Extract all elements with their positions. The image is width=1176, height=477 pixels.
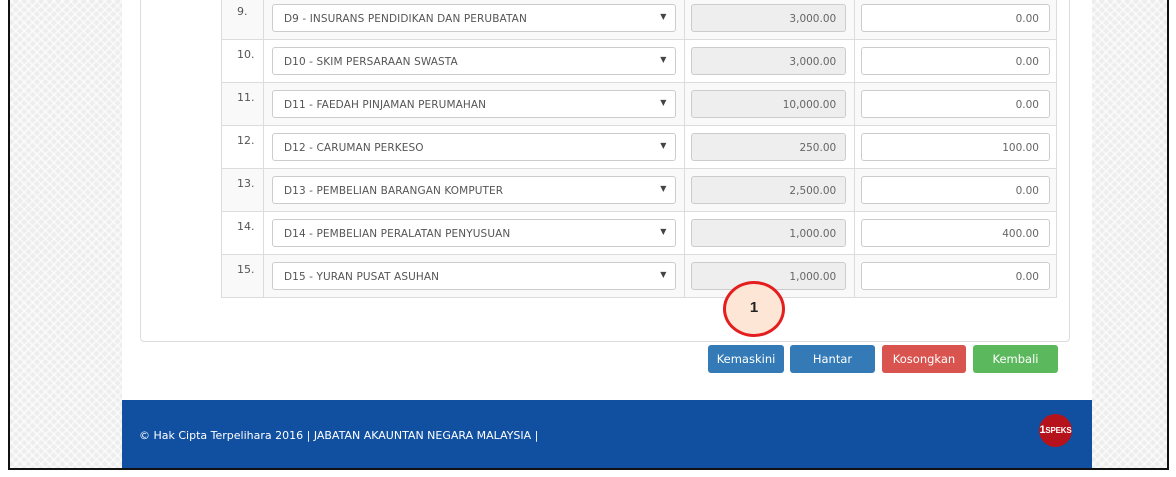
claim-cell: 0.00 (854, 82, 1057, 126)
deduction-type-value: D13 - PEMBELIAN BARANGAN KOMPUTER (283, 185, 504, 197)
deduction-type-value: D15 - YURAN PUSAT ASUHAN (283, 271, 440, 283)
caret-down-icon: ▼ (660, 227, 667, 236)
deduction-type-select[interactable]: D15 - YURAN PUSAT ASUHAN ▼ (271, 262, 677, 290)
deduction-type-select[interactable]: D9 - INSURANS PENDIDIKAN DAN PERUBATAN ▼ (271, 4, 677, 32)
clear-button[interactable]: Kosongkan (882, 345, 966, 373)
claim-cell: 0.00 (854, 39, 1057, 83)
row-number-cell: 10. (221, 39, 264, 83)
deductions-panel: 9. D9 - INSURANS PENDIDIKAN DAN PERUBATAN… (140, 0, 1070, 342)
limit-cell: 3,000.00 (684, 39, 856, 83)
deduction-type-value: D12 - CARUMAN PERKESO (283, 142, 424, 154)
claim-cell: 0.00 (854, 0, 1057, 40)
claim-cell: 0.00 (854, 168, 1057, 212)
row-number: 9. (237, 5, 248, 18)
limit-cell: 3,000.00 (684, 0, 856, 40)
row-number-cell: 13. (221, 168, 264, 212)
back-button[interactable]: Kembali (973, 345, 1058, 373)
caret-down-icon: ▼ (660, 141, 667, 150)
deduction-type-select[interactable]: D11 - FAEDAH PINJAMAN PERUMAHAN ▼ (271, 90, 677, 118)
row-number: 11. (237, 91, 255, 104)
claim-amount-input[interactable]: 0.00 (861, 262, 1050, 290)
submit-button[interactable]: Hantar (790, 345, 875, 373)
claim-amount-input[interactable]: 0.00 (861, 4, 1050, 32)
deduction-type-cell: D11 - FAEDAH PINJAMAN PERUMAHAN ▼ (262, 82, 686, 126)
caret-down-icon: ▼ (660, 55, 667, 64)
limit-amount-field: 10,000.00 (691, 90, 847, 118)
footer: © Hak Cipta Terpelihara 2016 | JABATAN A… (122, 400, 1092, 468)
table-row: 13. D13 - PEMBELIAN BARANGAN KOMPUTER ▼ 2,5… (221, 168, 1057, 212)
claim-amount-input[interactable]: 0.00 (861, 176, 1050, 204)
deduction-type-value: D9 - INSURANS PENDIDIKAN DAN PERUBATAN (283, 13, 527, 25)
limit-amount-field: 3,000.00 (691, 4, 847, 32)
caret-down-icon: ▼ (660, 12, 667, 21)
deduction-type-select[interactable]: D14 - PEMBELIAN PERALATAN PENYUSUAN ▼ (271, 219, 677, 247)
claim-cell: 0.00 (854, 254, 1057, 298)
table-row: 10. D10 - SKIM PERSARAAN SWASTA ▼ 3,000.00 0… (221, 39, 1057, 83)
deduction-type-cell: D13 - PEMBELIAN BARANGAN KOMPUTER ▼ (262, 168, 686, 212)
table-row: 9. D9 - INSURANS PENDIDIKAN DAN PERUBATAN… (221, 0, 1057, 40)
table-row: 14. D14 - PEMBELIAN PERALATAN PENYUSUAN ▼ 1… (221, 211, 1057, 255)
claim-amount-input[interactable]: 0.00 (861, 90, 1050, 118)
table-row: 12. D12 - CARUMAN PERKESO ▼ 250.00 100.00 (221, 125, 1057, 169)
row-number-cell: 9. (221, 0, 264, 40)
limit-cell: 10,000.00 (684, 82, 856, 126)
speks-logo: 1SPEKS (1039, 414, 1072, 447)
step-marker: 1 (723, 281, 785, 337)
limit-amount-field: 2,500.00 (691, 176, 847, 204)
limit-amount-field: 3,000.00 (691, 47, 847, 75)
deduction-type-cell: D14 - PEMBELIAN PERALATAN PENYUSUAN ▼ (262, 211, 686, 255)
deduction-type-select[interactable]: D12 - CARUMAN PERKESO ▼ (271, 133, 677, 161)
claim-amount-input[interactable]: 0.00 (861, 47, 1050, 75)
deduction-type-cell: D10 - SKIM PERSARAAN SWASTA ▼ (262, 39, 686, 83)
row-number-cell: 12. (221, 125, 264, 169)
row-number: 13. (237, 177, 255, 190)
claim-cell: 100.00 (854, 125, 1057, 169)
page-content: 9. D9 - INSURANS PENDIDIKAN DAN PERUBATAN… (122, 0, 1092, 468)
table-row: 15. D15 - YURAN PUSAT ASUHAN ▼ 1,000.00 0.00 (221, 254, 1057, 298)
deduction-type-value: D14 - PEMBELIAN PERALATAN PENYUSUAN (283, 228, 511, 240)
caret-down-icon: ▼ (660, 184, 667, 193)
deduction-type-value: D10 - SKIM PERSARAAN SWASTA (283, 56, 458, 68)
limit-cell: 2,500.00 (684, 168, 856, 212)
deduction-type-select[interactable]: D10 - SKIM PERSARAAN SWASTA ▼ (271, 47, 677, 75)
claim-cell: 400.00 (854, 211, 1057, 255)
caret-down-icon: ▼ (660, 98, 667, 107)
row-number-cell: 14. (221, 211, 264, 255)
deduction-type-cell: D12 - CARUMAN PERKESO ▼ (262, 125, 686, 169)
browser-frame: 9. D9 - INSURANS PENDIDIKAN DAN PERUBATAN… (8, 0, 1169, 470)
row-number: 14. (237, 220, 255, 233)
update-button[interactable]: Kemaskini (708, 345, 784, 373)
limit-cell: 250.00 (684, 125, 856, 169)
row-number-cell: 11. (221, 82, 264, 126)
footer-copyright: © Hak Cipta Terpelihara 2016 | JABATAN A… (139, 429, 539, 442)
deduction-type-value: D11 - FAEDAH PINJAMAN PERUMAHAN (283, 99, 487, 111)
deduction-type-select[interactable]: D13 - PEMBELIAN BARANGAN KOMPUTER ▼ (271, 176, 677, 204)
deduction-type-cell: D15 - YURAN PUSAT ASUHAN ▼ (262, 254, 686, 298)
row-number-cell: 15. (221, 254, 264, 298)
deductions-table: 9. D9 - INSURANS PENDIDIKAN DAN PERUBATAN… (221, 0, 1057, 298)
claim-amount-input[interactable]: 100.00 (861, 133, 1050, 161)
deduction-type-cell: D9 - INSURANS PENDIDIKAN DAN PERUBATAN ▼ (262, 0, 686, 40)
limit-amount-field: 1,000.00 (691, 219, 847, 247)
row-number: 15. (237, 263, 255, 276)
limit-cell: 1,000.00 (684, 211, 856, 255)
row-number: 12. (237, 134, 255, 147)
claim-amount-input[interactable]: 400.00 (861, 219, 1050, 247)
limit-amount-field: 250.00 (691, 133, 847, 161)
table-row: 11. D11 - FAEDAH PINJAMAN PERUMAHAN ▼ 10,00… (221, 82, 1057, 126)
row-number: 10. (237, 48, 255, 61)
caret-down-icon: ▼ (660, 270, 667, 279)
